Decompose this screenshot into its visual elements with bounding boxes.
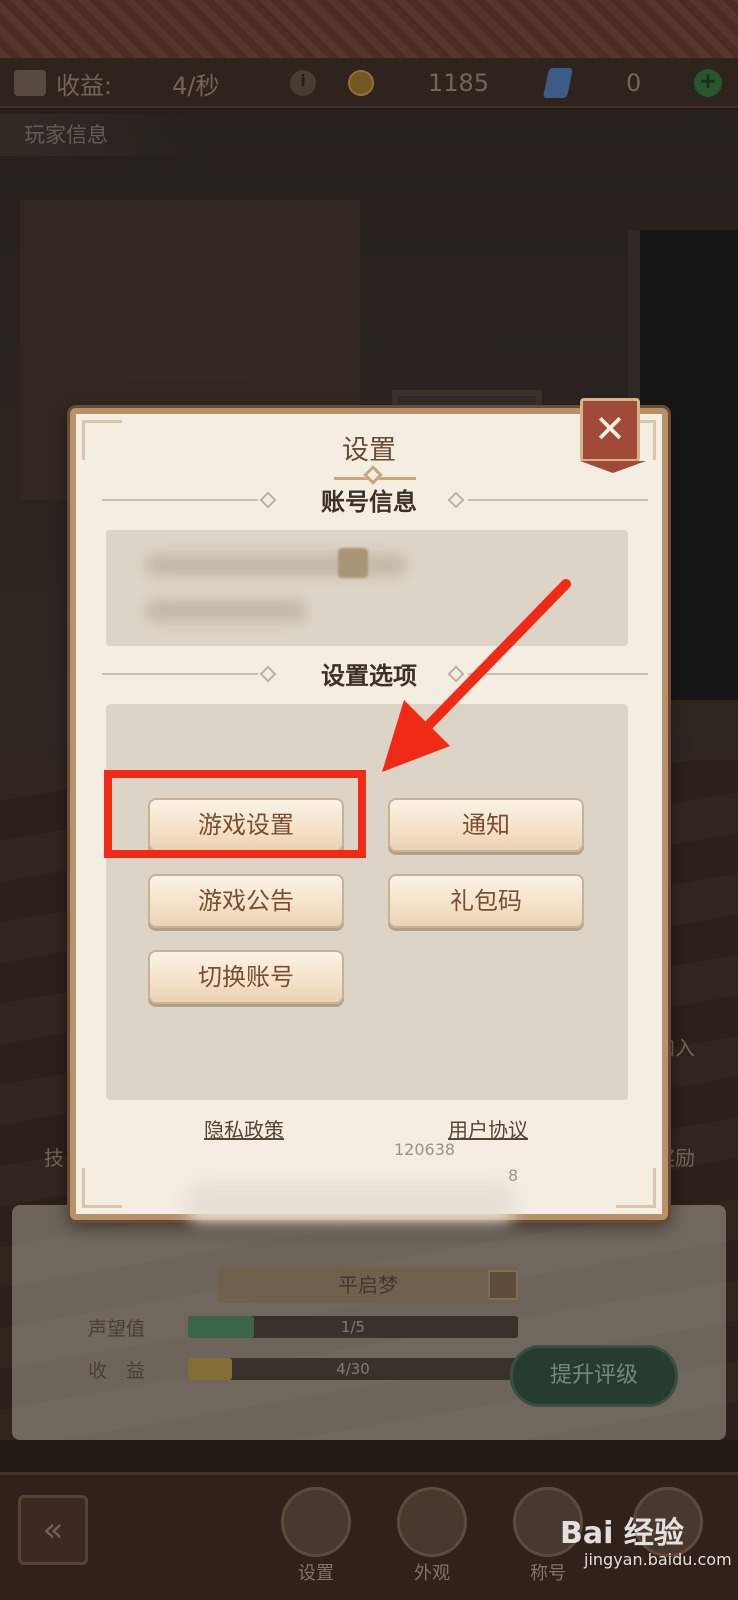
- arrow-shaft: [419, 579, 571, 735]
- watermark-brand: Bai 经验: [560, 1516, 684, 1551]
- annotation-arrow: [382, 579, 571, 772]
- watermark-url: jingyan.baidu.com: [584, 1550, 732, 1569]
